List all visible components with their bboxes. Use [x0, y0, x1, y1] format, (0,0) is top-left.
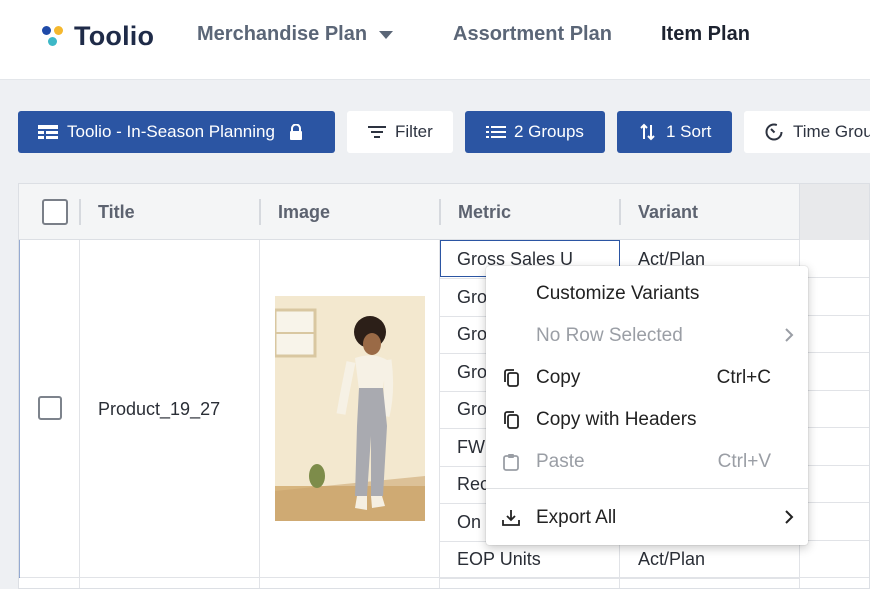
menu-item-copy[interactable]: Copy Ctrl+C — [486, 357, 808, 399]
view-selector-button[interactable]: Toolio - In-Season Planning — [18, 111, 335, 153]
clipboard-icon — [503, 454, 519, 471]
filter-label: Filter — [395, 122, 433, 141]
column-header-title[interactable]: Title — [98, 184, 135, 240]
menu-item-no-row-selected-label: No Row Selected — [536, 325, 683, 346]
row-select-checkbox[interactable] — [38, 396, 62, 420]
copy-icon — [504, 411, 519, 429]
copy-shortcut: Ctrl+C — [716, 367, 771, 388]
metric-cell[interactable]: EOP Units — [440, 541, 619, 579]
nav-item-plan[interactable]: Item Plan — [661, 20, 750, 48]
timer-icon — [765, 123, 783, 141]
nav-item-plan-label: Item Plan — [661, 22, 750, 45]
menu-divider — [486, 488, 808, 489]
column-header-metric[interactable]: Metric — [458, 184, 511, 240]
menu-item-copy-label: Copy — [536, 367, 581, 388]
menu-item-copy-with-headers-label: Copy with Headers — [536, 409, 697, 430]
menu-item-customize-variants-label: Customize Variants — [536, 283, 700, 304]
chevron-right-icon — [785, 510, 794, 524]
grid-header: Title Image Metric Variant — [19, 184, 869, 240]
filter-button[interactable]: Filter — [347, 111, 453, 153]
context-menu: Customize Variants No Row Selected Copy … — [486, 266, 808, 545]
sort-button[interactable]: 1 Sort — [617, 111, 732, 153]
menu-item-customize-variants[interactable]: Customize Variants — [486, 273, 808, 315]
nav-assortment-plan-label: Assortment Plan — [453, 22, 612, 45]
time-group-label: Time Grou — [793, 122, 870, 141]
menu-item-export-all[interactable]: Export All — [486, 497, 808, 539]
product-image — [275, 296, 425, 521]
table-view-icon — [38, 125, 58, 139]
menu-item-no-row-selected: No Row Selected — [486, 315, 808, 357]
groups-button[interactable]: 2 Groups — [465, 111, 605, 153]
menu-item-paste: Paste Ctrl+V — [486, 441, 808, 483]
nav-merchandise-plan[interactable]: Merchandise Plan — [197, 20, 394, 48]
toolio-logo[interactable]: Toolio — [40, 20, 154, 52]
time-group-button[interactable]: Time Grou — [744, 111, 870, 153]
copy-icon — [504, 369, 519, 387]
logo-mark-icon — [40, 23, 70, 49]
top-header: Toolio Merchandise Plan Assortment Plan … — [0, 0, 870, 80]
download-icon — [502, 510, 520, 526]
filter-icon — [368, 126, 386, 138]
nav-merchandise-plan-label: Merchandise Plan — [197, 22, 368, 45]
lock-icon — [289, 124, 302, 140]
logo-text: Toolio — [74, 20, 155, 51]
column-header-image[interactable]: Image — [278, 184, 330, 240]
view-name-label: Toolio - In-Season Planning — [67, 122, 275, 141]
list-icon — [486, 126, 506, 138]
paste-shortcut: Ctrl+V — [717, 451, 771, 472]
sort-label: 1 Sort — [666, 122, 712, 141]
menu-item-paste-label: Paste — [536, 451, 585, 472]
chevron-down-icon — [379, 31, 394, 39]
groups-label: 2 Groups — [514, 122, 584, 141]
nav-assortment-plan[interactable]: Assortment Plan — [453, 20, 612, 48]
menu-item-copy-with-headers[interactable]: Copy with Headers — [486, 399, 808, 441]
select-all-checkbox[interactable] — [42, 184, 68, 240]
menu-item-export-all-label: Export All — [536, 507, 617, 528]
view-toolbar: Toolio - In-Season Planning Filter 2 Gro… — [0, 111, 870, 153]
sort-icon — [640, 123, 655, 141]
variant-cell[interactable]: Act/Plan — [620, 541, 799, 579]
column-header-variant[interactable]: Variant — [638, 184, 698, 240]
chevron-right-icon — [785, 328, 794, 342]
product-title[interactable]: Product_19_27 — [98, 396, 220, 422]
